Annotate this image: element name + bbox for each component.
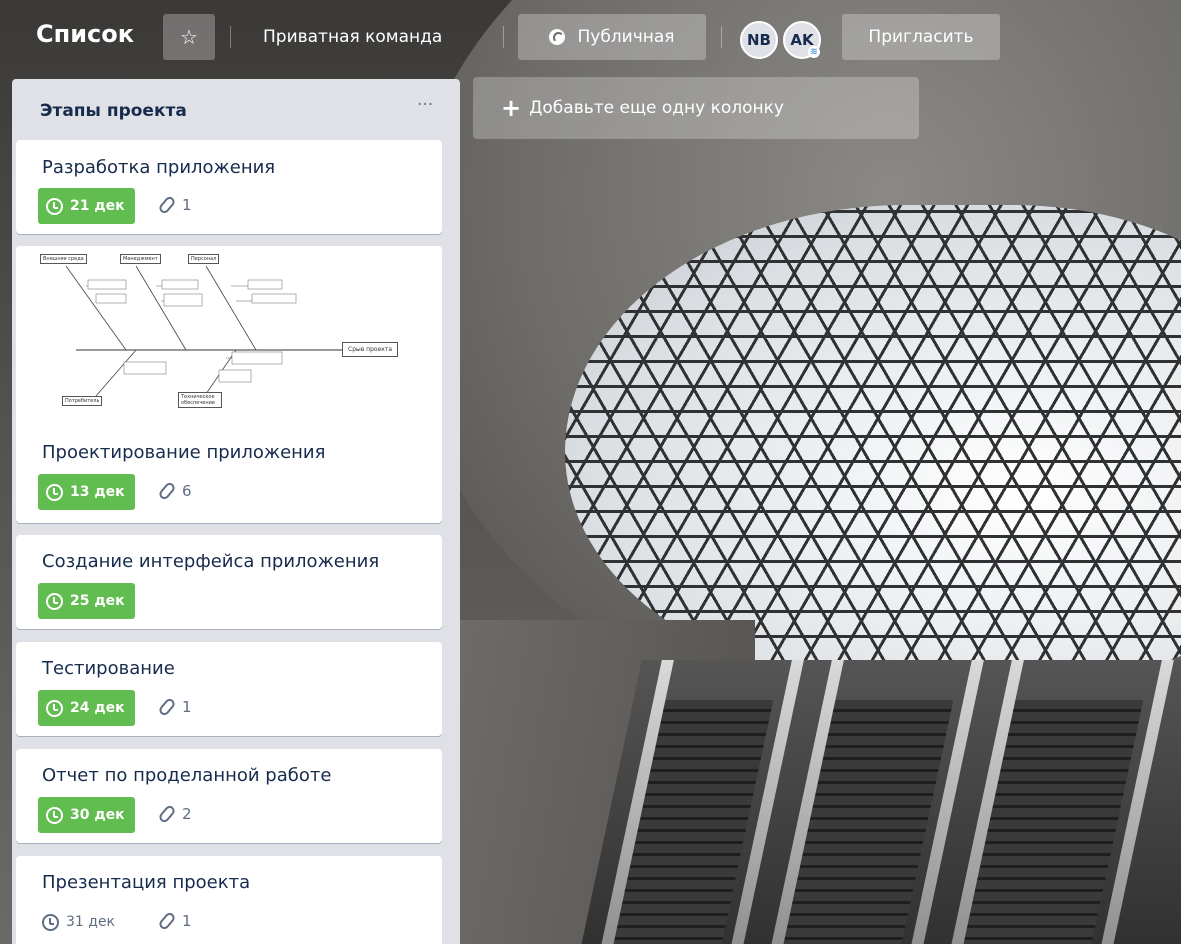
- list-menu-icon[interactable]: ···: [417, 95, 433, 115]
- attachments-count: 2: [182, 805, 192, 823]
- attachments-badge: 1: [157, 194, 192, 216]
- fishbone-head: Срыв проекта: [342, 342, 399, 357]
- due-date-text: 13 дек: [70, 484, 125, 500]
- header-divider: [230, 26, 231, 48]
- due-date-badge[interactable]: 24 дек: [38, 690, 135, 726]
- clock-icon: [46, 699, 63, 717]
- due-date-text: 31 дек: [66, 914, 116, 930]
- card[interactable]: Презентация проекта 31 дек 1: [16, 856, 442, 944]
- due-date-text: 24 дек: [70, 700, 125, 716]
- due-date-text: 30 дек: [70, 807, 125, 823]
- card-title: Тестирование: [42, 658, 175, 679]
- globe-icon: [549, 29, 566, 45]
- card-title: Разработка приложения: [42, 157, 276, 178]
- card-title: Создание интерфейса приложения: [42, 551, 380, 572]
- card-cover-image: Внешняя среда Менеджмент Персонал Срыв п…: [16, 246, 442, 426]
- attachments-count: 6: [182, 482, 192, 500]
- clock-icon: [46, 806, 63, 824]
- card[interactable]: Тестирование 24 дек 1: [16, 642, 442, 736]
- visibility-label: Публичная: [577, 27, 675, 47]
- attachments-badge: 2: [157, 803, 192, 825]
- paperclip-icon: [157, 194, 177, 216]
- card[interactable]: Внешняя среда Менеджмент Персонал Срыв п…: [16, 246, 442, 523]
- due-date-badge[interactable]: 31 дек: [38, 904, 125, 940]
- fishbone-label: Менеджмент: [120, 254, 161, 264]
- card-title: Презентация проекта: [42, 872, 251, 893]
- card[interactable]: Разработка приложения 21 дек 1: [16, 140, 442, 234]
- admin-chevron-icon: ≋: [808, 46, 820, 58]
- clock-icon: [46, 197, 63, 215]
- clock-icon: [46, 483, 63, 501]
- fishbone-label: Техническое обеспечение: [178, 392, 222, 408]
- paperclip-icon: [157, 803, 177, 825]
- board-title[interactable]: Список: [36, 20, 134, 48]
- attachments-badge: 1: [157, 696, 192, 718]
- star-icon: ☆: [180, 25, 198, 49]
- member-avatar[interactable]: AK ≋: [783, 21, 821, 59]
- fishbone-label: Потребитель: [62, 396, 103, 406]
- paperclip-icon: [157, 696, 177, 718]
- card[interactable]: Создание интерфейса приложения 25 дек: [16, 535, 442, 629]
- card-title: Отчет по проделанной работе: [42, 765, 332, 786]
- team-button[interactable]: Приватная команда: [263, 27, 442, 47]
- fishbone-label: Внешняя среда: [40, 254, 87, 264]
- attachments-count: 1: [182, 196, 192, 214]
- card-title: Проектирование приложения: [42, 442, 326, 463]
- due-date-text: 21 дек: [70, 198, 125, 214]
- due-date-badge[interactable]: 21 дек: [38, 188, 135, 224]
- visibility-button[interactable]: Публичная: [518, 14, 706, 60]
- attachments-badge: 6: [157, 480, 192, 502]
- member-avatar[interactable]: NB: [740, 21, 778, 59]
- due-date-text: 25 дек: [70, 593, 125, 609]
- star-button[interactable]: ☆: [163, 14, 215, 60]
- paperclip-icon: [157, 480, 177, 502]
- clock-icon: [42, 913, 59, 931]
- invite-button[interactable]: Пригласить: [842, 14, 1000, 60]
- header-divider: [721, 26, 722, 48]
- board-header: Список ☆ Приватная команда Публичная NB …: [0, 0, 1181, 72]
- attachments-count: 1: [182, 912, 192, 930]
- plus-icon: +: [501, 94, 522, 122]
- clock-icon: [46, 592, 63, 610]
- escalators: [578, 660, 1181, 944]
- add-column-label: Добавьте еще одну колонку: [529, 98, 784, 118]
- attachments-badge: 1: [157, 910, 192, 932]
- fishbone-label: Персонал: [188, 254, 220, 264]
- due-date-badge[interactable]: 30 дек: [38, 797, 135, 833]
- list-title[interactable]: Этапы проекта: [40, 101, 187, 121]
- due-date-badge[interactable]: 25 дек: [38, 583, 135, 619]
- due-date-badge[interactable]: 13 дек: [38, 474, 135, 510]
- attachments-count: 1: [182, 698, 192, 716]
- paperclip-icon: [157, 910, 177, 932]
- card[interactable]: Отчет по проделанной работе 30 дек 2: [16, 749, 442, 843]
- add-column-button[interactable]: + Добавьте еще одну колонку: [473, 77, 919, 139]
- header-divider: [503, 26, 504, 48]
